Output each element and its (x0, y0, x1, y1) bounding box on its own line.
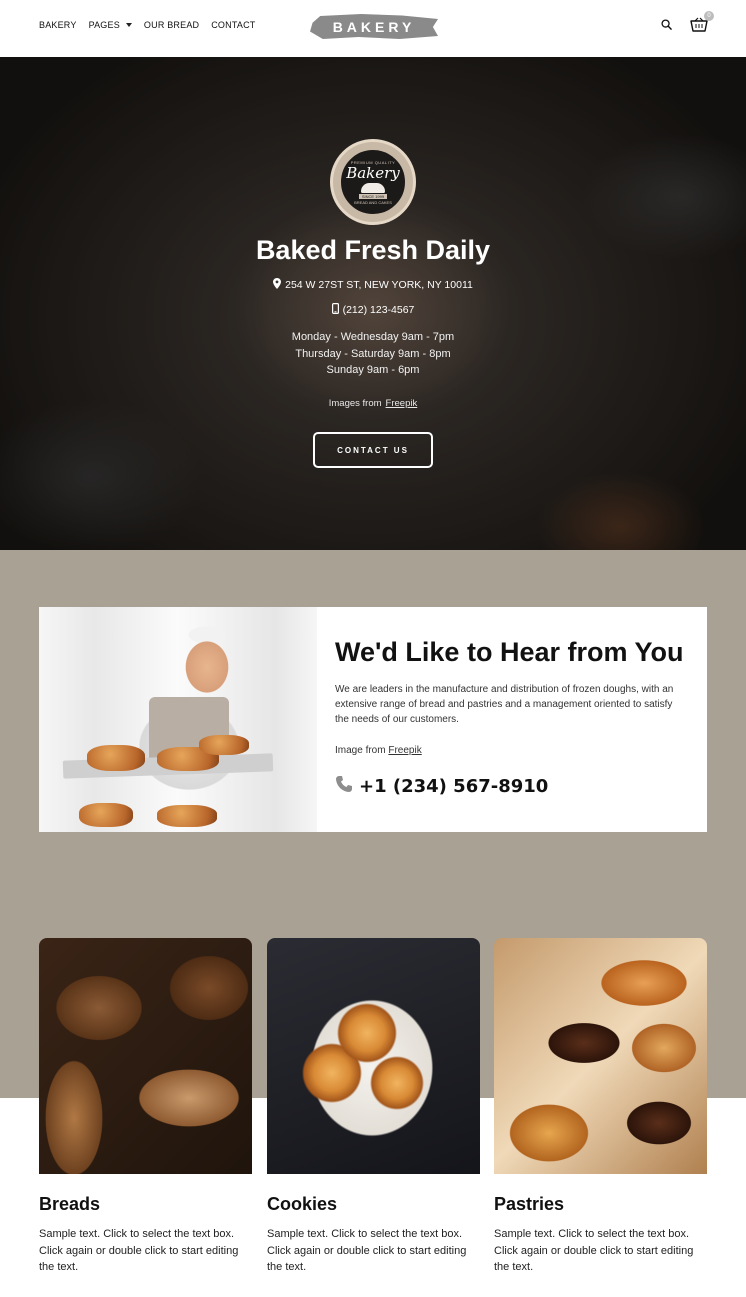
nav-item-bakery[interactable]: BAKERY (39, 20, 77, 30)
main-nav: BAKERY PAGES OUR BREAD CONTACT (39, 20, 255, 30)
address-text: 254 W 27ST ST, NEW YORK, NY 10011 (285, 279, 473, 291)
product-title: Breads (39, 1194, 101, 1214)
product-title: Cookies (267, 1194, 338, 1214)
search-icon[interactable] (661, 19, 672, 30)
hero-section: PREMIUM QUALITY Bakery SINCE 1999 BREAD … (0, 57, 746, 550)
pastries-image (494, 938, 707, 1174)
cart-button[interactable]: 0 (690, 11, 714, 32)
chevron-down-icon (125, 23, 132, 27)
baker-photo (39, 607, 317, 832)
nav-item-contact[interactable]: CONTACT (211, 20, 255, 30)
header-actions: 0 (661, 11, 714, 32)
product-description: Sample text. Click to select the text bo… (494, 1228, 694, 1273)
phone-number: +1 (234) 567-8910 (359, 776, 549, 797)
freepik-link[interactable]: Freepik (386, 398, 418, 409)
hero-title: Baked Fresh Daily (255, 235, 491, 265)
site-logo[interactable]: BAKERY (310, 14, 438, 39)
pastry-shape (199, 735, 249, 755)
hours-line: Sunday 9am - 6pm (326, 364, 420, 376)
product-description: Sample text. Click to select the text bo… (267, 1228, 467, 1273)
hero-address: 254 W 27ST ST, NEW YORK, NY 10011 (0, 278, 746, 292)
phone-text: (212) 123-4567 (342, 304, 415, 316)
nav-label: CONTACT (211, 20, 256, 30)
badge-bottom-text: BREAD AND CAKES (354, 199, 392, 205)
phone-icon (335, 775, 353, 798)
hours-line: Monday - Wednesday 9am - 7pm (291, 331, 455, 343)
pastry-shape (157, 805, 217, 827)
site-header: BAKERY PAGES OUR BREAD CONTACT BAKERY 0 (0, 0, 746, 57)
map-pin-icon (273, 278, 282, 292)
chef-hat-icon (361, 182, 385, 193)
badge-since: SINCE 1999 (358, 193, 388, 199)
hero-image-credit: Images from Freepik (0, 398, 746, 409)
contact-us-button[interactable]: CONTACT US (313, 432, 433, 468)
bakery-badge-logo: PREMIUM QUALITY Bakery SINCE 1999 BREAD … (330, 139, 416, 225)
hours-line: Thursday - Saturday 9am - 8pm (295, 347, 451, 360)
about-phone[interactable]: +1 (234) 567-8910 (335, 775, 548, 798)
pastry-shape (79, 803, 133, 827)
badge-inner: PREMIUM QUALITY Bakery SINCE 1999 BREAD … (339, 148, 407, 216)
logo-text: BAKERY (332, 18, 416, 35)
cookies-image (267, 938, 480, 1174)
product-description: Sample text. Click to select the text bo… (39, 1228, 239, 1273)
about-image-credit: Image from Freepik (335, 745, 422, 756)
freepik-link[interactable]: Freepik (388, 745, 421, 756)
breads-image (39, 938, 252, 1174)
credit-prefix: Images from (328, 398, 382, 409)
badge-name: Bakery (346, 163, 400, 182)
hero-phone[interactable]: (212) 123-4567 (0, 303, 746, 317)
nav-label: BAKERY (39, 20, 77, 30)
pastry-shape (87, 745, 145, 771)
about-card: We'd Like to Hear from You We are leader… (39, 607, 707, 832)
opening-hours: Monday - Wednesday 9am - 7pm Thursday - … (0, 329, 746, 379)
credit-prefix: Image from (335, 745, 386, 756)
nav-item-our-bread[interactable]: OUR BREAD (144, 20, 199, 30)
cart-count-badge: 0 (704, 11, 714, 21)
nav-item-pages[interactable]: PAGES (89, 20, 132, 30)
nav-label: PAGES (88, 20, 120, 30)
nav-label: OUR BREAD (143, 20, 200, 30)
about-description: We are leaders in the manufacture and di… (335, 684, 674, 725)
product-title: Pastries (494, 1194, 565, 1214)
mobile-phone-icon (331, 303, 339, 317)
about-title: We'd Like to Hear from You (335, 637, 684, 667)
